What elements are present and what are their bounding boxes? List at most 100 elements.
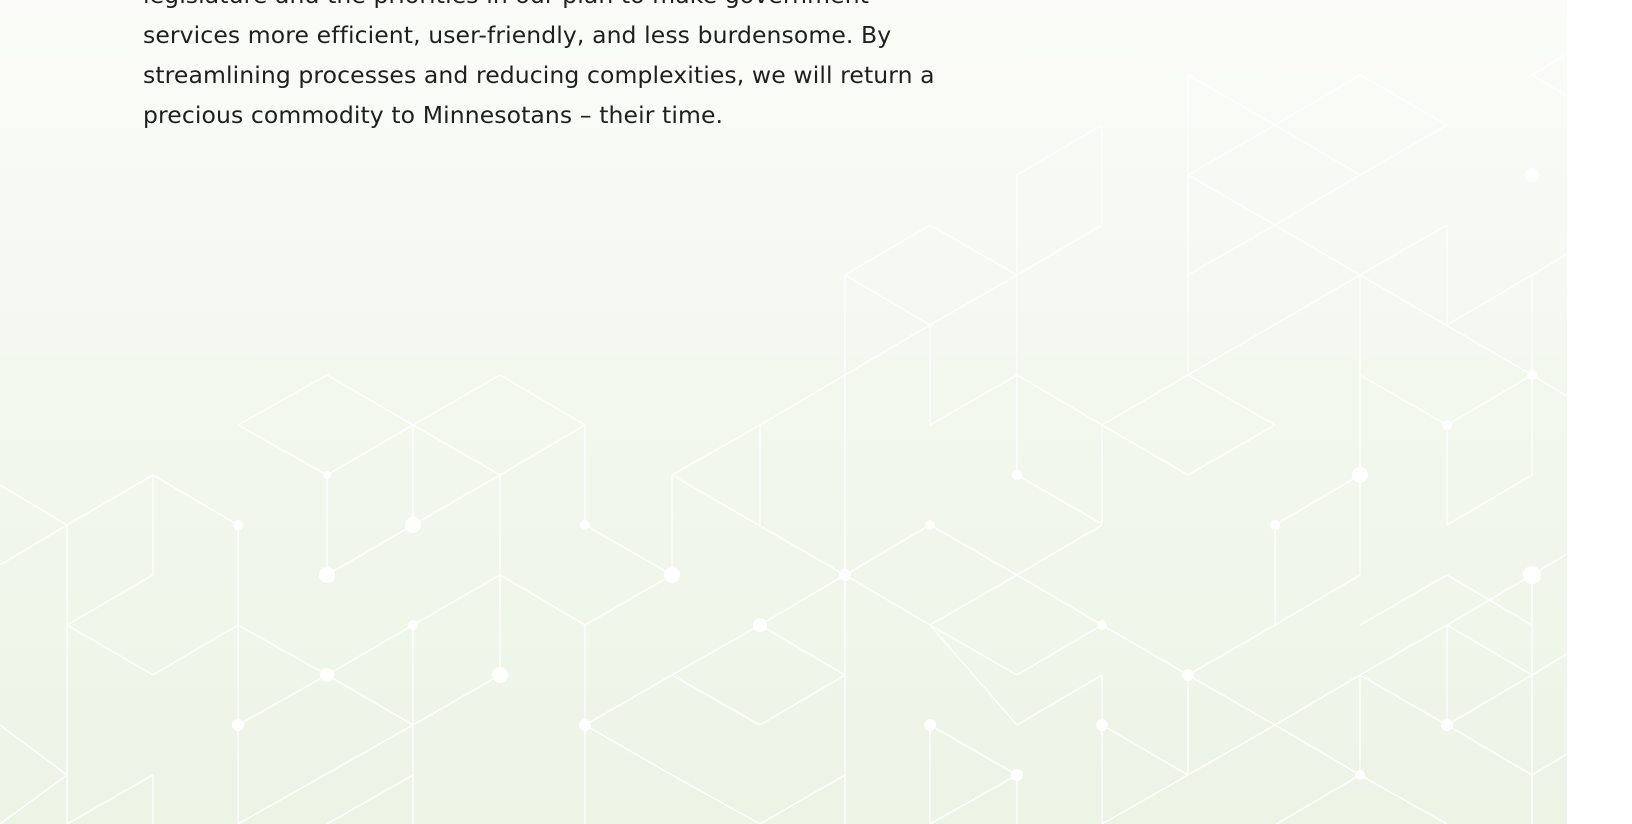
pattern-line (929, 624, 1018, 676)
pattern-line (1187, 674, 1276, 726)
pattern-node (233, 520, 243, 530)
pattern-line (412, 374, 501, 426)
pattern-line (326, 774, 414, 824)
pattern-line (0, 774, 68, 824)
pattern-line (1446, 724, 1533, 776)
pattern-node (580, 520, 590, 530)
pattern-line (759, 674, 846, 726)
pattern-line (1101, 724, 1189, 776)
pattern-node (408, 620, 418, 630)
pattern-line (671, 674, 761, 726)
pattern-line (844, 324, 931, 376)
pattern-line (1016, 574, 1103, 626)
pattern-line (0, 724, 68, 776)
pattern-line (1446, 274, 1533, 326)
pattern-node (925, 520, 935, 530)
pattern-line (1359, 774, 1448, 824)
pattern-node (1525, 168, 1539, 182)
pattern-line (237, 674, 328, 726)
pattern-line (1187, 424, 1276, 476)
pattern-node (319, 567, 335, 583)
pattern-line (1275, 774, 1361, 824)
pattern-line (671, 624, 761, 676)
pattern-line (66, 624, 154, 676)
pattern-line (1187, 224, 1276, 276)
pattern-line (671, 424, 761, 476)
pattern-line (759, 574, 846, 626)
pattern-line (584, 574, 673, 626)
pattern-line (0, 484, 68, 526)
pattern-line (1187, 624, 1276, 676)
pattern-line (1359, 124, 1448, 176)
pattern-line (1016, 624, 1103, 676)
pattern-line (1101, 624, 1189, 676)
pattern-line (1016, 474, 1103, 525)
pattern-line (66, 774, 154, 824)
pattern-line (1274, 124, 1361, 176)
pattern-line (152, 624, 239, 676)
pattern-node (232, 719, 244, 731)
pattern-line (412, 574, 501, 626)
pattern-node (1355, 770, 1365, 780)
pattern-node (1012, 470, 1022, 480)
pattern-line (929, 274, 1018, 326)
pattern-line (152, 474, 239, 526)
page-scrollbar[interactable] (1567, 0, 1632, 824)
document-page: legislature and the priorities in our pl… (0, 0, 1632, 824)
pattern-line (759, 624, 846, 676)
pattern-line (1016, 374, 1103, 426)
pattern-line (759, 774, 846, 824)
pattern-node (405, 517, 421, 533)
pattern-line (1187, 374, 1276, 426)
pattern-line (1359, 674, 1448, 726)
pattern-line (1187, 124, 1276, 176)
pattern-line (412, 674, 501, 726)
pattern-node (1097, 620, 1107, 630)
pattern-line (584, 724, 673, 776)
pattern-node (579, 719, 591, 731)
pattern-node (924, 719, 936, 731)
pattern-line (844, 224, 931, 276)
pattern-line (759, 374, 846, 426)
paragraph-line: precious commodity to Minnesotans – thei… (143, 101, 724, 129)
paragraph-line: streamlining processes and reducing comp… (143, 61, 935, 89)
pattern-line (1187, 74, 1276, 126)
pattern-node (1523, 566, 1541, 584)
pattern-line (1359, 574, 1448, 626)
pattern-node (839, 569, 851, 581)
pattern-line (66, 574, 154, 626)
pattern-line (326, 374, 414, 426)
paragraph-line: legislature and the priorities in our pl… (143, 0, 943, 15)
pattern-line (1101, 774, 1189, 824)
pattern-line (1016, 224, 1103, 276)
pattern-line (499, 424, 586, 476)
pattern-line (1446, 624, 1533, 676)
pattern-line (326, 624, 414, 676)
pattern-node (1527, 370, 1537, 380)
pattern-line (1016, 124, 1103, 176)
pattern-line (326, 674, 414, 726)
pattern-line (66, 474, 154, 526)
pattern-line (1274, 224, 1361, 276)
paragraph-line: services more efficient, user-friendly, … (143, 21, 892, 49)
pattern-line (844, 524, 931, 576)
pattern-line (1359, 224, 1448, 276)
pattern-node (1352, 467, 1368, 483)
pattern-line (499, 574, 586, 626)
pattern-line (1016, 674, 1103, 726)
pattern-line (237, 424, 328, 476)
pattern-line (1446, 474, 1533, 526)
pattern-line (584, 674, 673, 726)
pattern-node (664, 567, 680, 583)
pattern-node (1182, 669, 1194, 681)
pattern-line (929, 624, 1018, 726)
pattern-line (412, 424, 501, 476)
pattern-line (237, 724, 414, 824)
pattern-line (844, 574, 931, 626)
pattern-line (1101, 374, 1189, 426)
pattern-line (1274, 74, 1361, 126)
pattern-line (1016, 524, 1103, 576)
pattern-line (1187, 274, 1361, 376)
pattern-line (1446, 374, 1533, 426)
pattern-line (412, 474, 501, 526)
